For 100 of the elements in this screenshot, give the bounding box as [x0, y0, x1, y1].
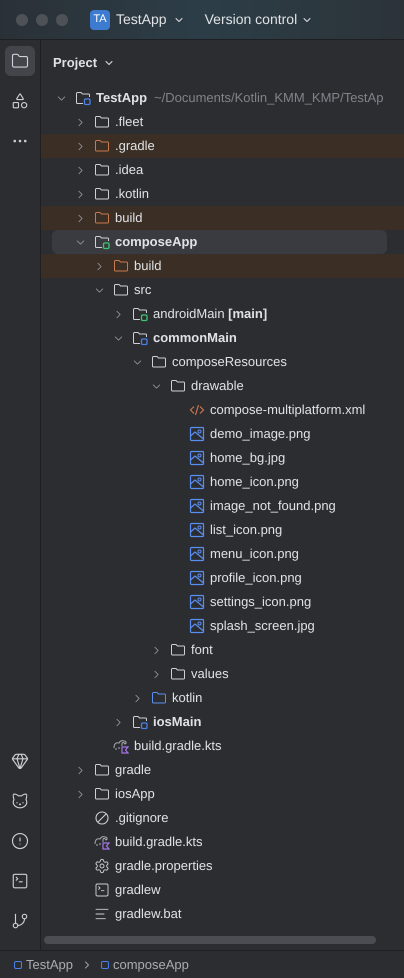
file-name: TestApp — [96, 89, 148, 108]
breadcrumb[interactable]: composeApp — [100, 954, 189, 974]
tree-item[interactable]: home_icon.png — [41, 470, 404, 494]
file-name: build.gradle.kts — [115, 833, 202, 852]
file-name: build.gradle.kts — [134, 737, 222, 756]
tree-item[interactable]: .kotlin — [41, 182, 404, 206]
folder-icon — [151, 690, 167, 706]
tree-item[interactable]: .idea — [41, 158, 404, 182]
tree-item[interactable]: gradlew.bat — [41, 902, 404, 926]
tree-item[interactable]: composeResources — [41, 350, 404, 374]
file-name: kotlin — [172, 689, 202, 708]
tree-item[interactable]: .gitignore — [41, 806, 404, 830]
tree-item[interactable]: iosMain — [41, 710, 404, 734]
tree-item[interactable]: .fleet — [41, 110, 404, 134]
tree-item[interactable]: build — [41, 206, 404, 230]
folder-icon — [94, 762, 110, 778]
file-name: .gradle — [115, 137, 155, 156]
tree-item[interactable]: build.gradle.kts — [41, 734, 404, 758]
file-name: gradlew.bat — [115, 905, 182, 924]
file-name: composeApp — [115, 233, 198, 252]
tree-item[interactable]: kotlin — [41, 686, 404, 710]
tree-item[interactable]: gradlew — [41, 878, 404, 902]
text-file-icon — [94, 906, 110, 922]
tree-item[interactable]: splash_screen.jpg — [41, 614, 404, 638]
file-name: image_not_found.png — [210, 497, 336, 516]
terminal-icon — [94, 882, 110, 898]
panel-title[interactable]: Project — [53, 53, 116, 73]
tree-item[interactable]: image_not_found.png — [41, 494, 404, 518]
file-name: home_icon.png — [210, 473, 299, 492]
settings-icon — [94, 858, 110, 874]
folder-icon — [94, 210, 110, 226]
file-name: .idea — [115, 161, 144, 180]
file-name: gradle.properties — [115, 857, 213, 876]
file-name: commonMain — [153, 329, 237, 348]
file-name: build — [134, 257, 162, 276]
tree-item[interactable]: profile_icon.png — [41, 566, 404, 590]
breadcrumb[interactable]: TestApp — [14, 954, 73, 974]
file-name: drawable — [191, 377, 244, 396]
tree-item[interactable]: drawable — [41, 374, 404, 398]
folder-icon — [94, 114, 110, 130]
tree-item[interactable]: src — [41, 278, 404, 302]
code-file-icon — [189, 402, 205, 418]
file-name: composeResources — [172, 353, 287, 372]
vcs-menu[interactable]: Version control — [204, 9, 314, 30]
image-file-icon — [189, 546, 205, 562]
tree-item[interactable]: demo_image.png — [41, 422, 404, 446]
tree-item[interactable]: compose-multiplatform.xml — [41, 398, 404, 422]
tree-item[interactable]: commonMain — [41, 326, 404, 350]
tree-item[interactable]: gradle — [41, 758, 404, 782]
file-name: .kotlin — [115, 185, 149, 204]
folder-icon — [151, 354, 167, 370]
project-switcher[interactable]: TA TestApp — [90, 9, 185, 30]
folder-icon — [170, 642, 186, 658]
file-name: build — [115, 209, 142, 228]
image-file-icon — [189, 450, 205, 466]
tree-item[interactable]: androidMain [main] — [41, 302, 404, 326]
project-path: ~/Documents/Kotlin_KMM_KMP/TestAp — [154, 89, 384, 108]
tree-item[interactable]: home_bg.jpg — [41, 446, 404, 470]
tree-item[interactable]: build — [41, 254, 404, 278]
gradle-file-icon — [94, 834, 110, 850]
tree-item[interactable]: menu_icon.png — [41, 542, 404, 566]
tree-item[interactable]: build.gradle.kts — [41, 830, 404, 854]
tree-item[interactable]: values — [41, 662, 404, 686]
file-name: .gitignore — [115, 809, 168, 828]
file-name: list_icon.png — [210, 521, 282, 540]
tree-item[interactable]: TestApp ~/Documents/Kotlin_KMM_KMP/TestAp — [41, 86, 404, 110]
file-name: settings_icon.png — [210, 593, 312, 612]
file-name: demo_image.png — [210, 425, 310, 444]
ignore-file-icon — [94, 810, 110, 826]
horizontal-scrollbar[interactable] — [44, 936, 376, 944]
folder-icon — [113, 258, 129, 274]
file-name: font — [191, 641, 213, 660]
file-name: androidMain [main] — [153, 305, 268, 324]
tree-item[interactable]: composeApp — [52, 230, 387, 254]
image-file-icon — [189, 522, 205, 538]
tree-item[interactable]: iosApp — [41, 782, 404, 806]
folder-icon — [113, 282, 129, 298]
tree-item[interactable]: font — [41, 638, 404, 662]
folder-icon — [170, 378, 186, 394]
tree-item[interactable]: gradle.properties — [41, 854, 404, 878]
gradle-file-icon — [113, 738, 129, 754]
tree-item[interactable]: settings_icon.png — [41, 590, 404, 614]
image-file-icon — [189, 618, 205, 634]
image-file-icon — [189, 570, 205, 586]
folder-icon — [94, 786, 110, 802]
folder-icon — [94, 186, 110, 202]
tree-item[interactable]: .gradle — [41, 134, 404, 158]
folder-icon — [94, 162, 110, 178]
image-file-icon — [189, 594, 205, 610]
project-badge: TA — [90, 10, 110, 30]
image-file-icon — [189, 474, 205, 490]
file-name: menu_icon.png — [210, 545, 299, 564]
file-name: gradlew — [115, 881, 161, 900]
file-name: iosApp — [115, 785, 155, 804]
folder-icon[interactable] — [5, 46, 35, 76]
tree-item[interactable]: list_icon.png — [41, 518, 404, 542]
image-file-icon — [189, 498, 205, 514]
file-name: .fleet — [115, 113, 144, 132]
file-name: values — [191, 665, 229, 684]
folder-icon — [94, 138, 110, 154]
